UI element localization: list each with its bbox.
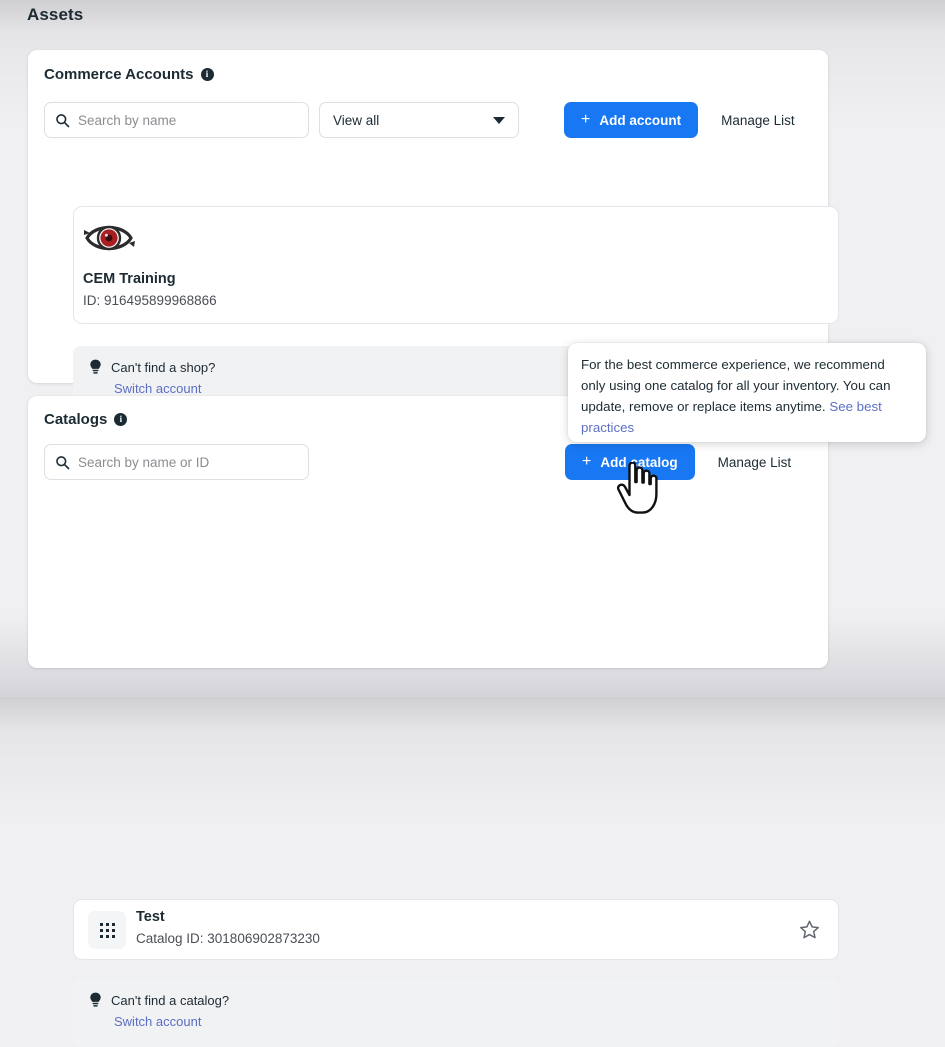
accounts-help-tip-question: Can't find a shop? <box>111 359 216 375</box>
page-title: Assets <box>27 5 84 24</box>
catalog-search-placeholder: Search by name or ID <box>78 454 210 470</box>
add-catalog-button[interactable]: + Add catalog <box>565 444 695 480</box>
accounts-switch-account-link[interactable]: Switch account <box>114 381 201 396</box>
account-filter-select[interactable]: View all <box>319 102 519 138</box>
catalogs-heading: Catalogs i <box>44 411 128 428</box>
plus-icon: + <box>581 110 591 128</box>
accounts-help-tip-row: Can't find a shop? <box>89 359 215 375</box>
manage-list-accounts-button[interactable]: Manage List <box>706 102 810 138</box>
catalogs-help-tip-row: Can't find a catalog? <box>89 992 229 1008</box>
commerce-accounts-toolbar: Search by name View all + Add account Ma… <box>44 102 810 138</box>
commerce-accounts-card: Commerce Accounts i Search by name View … <box>28 50 839 414</box>
account-filter-value: View all <box>333 112 380 128</box>
commerce-accounts-heading-label: Commerce Accounts <box>44 66 194 83</box>
search-icon <box>55 455 70 470</box>
catalogs-switch-account-link[interactable]: Switch account <box>114 1014 201 1029</box>
plus-icon: + <box>582 452 592 470</box>
lightbulb-icon <box>89 992 102 1008</box>
add-account-button[interactable]: + Add account <box>564 102 699 138</box>
catalog-name: Test <box>136 909 165 925</box>
account-search-placeholder: Search by name <box>78 112 177 128</box>
add-account-label: Add account <box>599 112 682 128</box>
commerce-accounts-heading: Commerce Accounts i <box>44 66 214 83</box>
lightbulb-icon <box>89 359 102 375</box>
commerce-account-name: CEM Training <box>83 271 176 287</box>
info-icon[interactable]: i <box>200 68 214 81</box>
manage-list-catalogs-button[interactable]: Manage List <box>703 444 807 480</box>
chevron-down-icon <box>493 116 505 124</box>
account-search-input[interactable]: Search by name <box>44 102 309 138</box>
add-catalog-label: Add catalog <box>600 454 678 470</box>
catalog-id: Catalog ID: 301806902873230 <box>136 931 320 946</box>
star-outline-icon[interactable] <box>799 919 820 945</box>
catalog-recommendation-tooltip: For the best commerce experience, we rec… <box>568 343 926 442</box>
catalogs-heading-label: Catalogs <box>44 411 108 428</box>
search-icon <box>55 113 70 128</box>
commerce-account-tile[interactable]: CEM Training ID: 916495899968866 <box>73 206 839 324</box>
catalog-row[interactable]: Test Catalog ID: 301806902873230 <box>73 899 839 960</box>
commerce-account-id: ID: 916495899968866 <box>83 293 217 308</box>
catalogs-help-tip-question: Can't find a catalog? <box>111 992 230 1008</box>
eye-logo <box>82 216 136 260</box>
catalogs-help-tip: Can't find a catalog? Switch account <box>73 979 839 1047</box>
catalogs-toolbar: Search by name or ID + Add catalog Manag… <box>44 444 806 480</box>
info-icon[interactable]: i <box>114 413 128 426</box>
catalog-search-input[interactable]: Search by name or ID <box>44 444 309 480</box>
grid-dots-icon <box>88 911 126 949</box>
